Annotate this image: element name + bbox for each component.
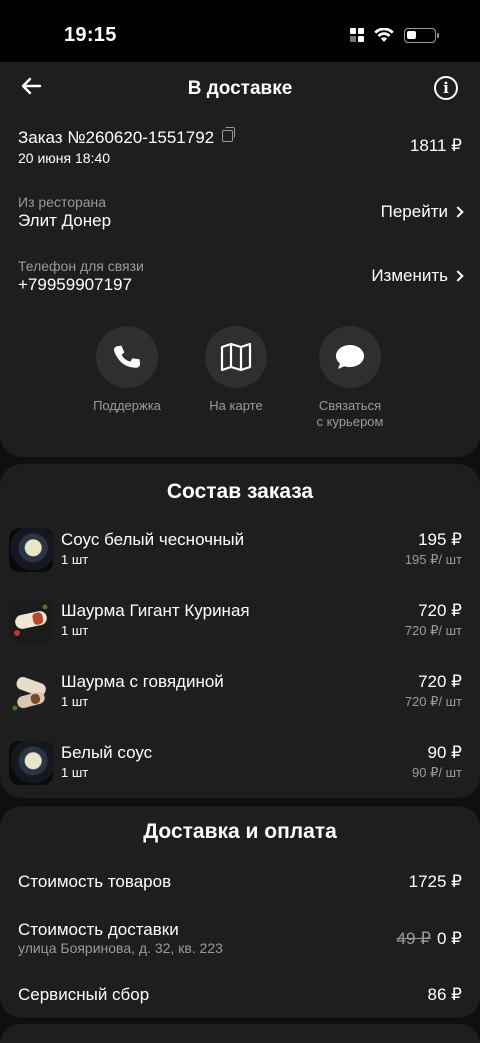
chevron-right-icon: [452, 206, 464, 218]
battery-level: [407, 30, 417, 39]
page-title: В доставке: [187, 78, 293, 99]
item-name: Белый соус: [61, 743, 153, 762]
item-unit-price: 90 ₽/ шт: [412, 765, 462, 780]
order-card: Заказ №260620-1551792 1811 ₽ 20 июня 18:…: [0, 100, 480, 457]
delivery-cost-row: Стоимость доставки 49 ₽0 ₽: [18, 920, 462, 948]
cellular-signal-icon: [350, 28, 364, 42]
item-name: Шаурма с говядиной: [61, 672, 224, 691]
copy-icon[interactable]: [222, 127, 236, 142]
status-bar: 19:15: [0, 0, 480, 62]
contact-courier-line2: с курьером: [316, 414, 384, 429]
delivery-section-title: Доставка и оплата: [143, 820, 337, 843]
map-circle: [205, 326, 267, 388]
map-button[interactable]: На карте: [176, 326, 296, 414]
change-phone-link[interactable]: Изменить: [371, 266, 464, 286]
shaurma-icon: [9, 599, 53, 643]
list-item[interactable]: Шаурма Гигант Куриная 1 шт 720 ₽ 720 ₽/ …: [0, 599, 480, 659]
list-item[interactable]: Шаурма с говядиной 1 шт 720 ₽ 720 ₽/ шт: [0, 670, 480, 730]
shaurma-icon: [9, 670, 53, 714]
order-number-row: Заказ №260620-1551792 1811 ₽: [18, 127, 462, 155]
status-time: 19:15: [64, 24, 117, 46]
item-name: Шаурма Гигант Куриная: [61, 601, 250, 620]
item-quantity: 1 шт: [61, 694, 89, 709]
support-button[interactable]: Поддержка: [67, 326, 187, 414]
chat-icon: [336, 345, 364, 369]
delivery-address: улица Бояринова, д. 32, кв. 223: [18, 940, 223, 956]
order-date: 20 июня 18:40: [18, 150, 111, 166]
map-icon: [220, 342, 252, 372]
total-card: [0, 1024, 480, 1043]
contact-courier-line1: Связаться: [318, 398, 382, 413]
item-image-shaurma: [9, 599, 53, 643]
goods-cost-row: Стоимость товаров 1725 ₽: [18, 872, 462, 892]
restaurant-link[interactable]: Перейти: [380, 202, 464, 222]
map-label: На карте: [209, 398, 263, 413]
support-label: Поддержка: [93, 398, 161, 413]
contact-courier-button[interactable]: Связаться с курьером: [290, 326, 410, 430]
change-phone-label: Изменить: [371, 266, 448, 285]
phone-icon: [113, 345, 141, 368]
info-icon[interactable]: i: [434, 76, 458, 100]
item-unit-price: 720 ₽/ шт: [404, 623, 462, 638]
item-image-sauce: [9, 741, 53, 785]
goods-cost-label: Стоимость товаров: [18, 872, 172, 891]
wifi-icon: [374, 27, 394, 42]
chevron-right-icon: [452, 270, 464, 282]
list-item[interactable]: Белый соус 1 шт 90 ₽ 90 ₽/ шт: [0, 741, 480, 801]
delivery-payment-card: Доставка и оплата Стоимость товаров 1725…: [0, 806, 480, 1018]
service-fee-row: Сервисный сбор 86 ₽: [18, 985, 462, 1005]
delivery-cost-label: Стоимость доставки: [18, 920, 179, 939]
item-quantity: 1 шт: [61, 552, 89, 567]
item-image-sauce: [9, 528, 53, 572]
item-price: 90 ₽: [427, 743, 462, 762]
goods-cost-value: 1725 ₽: [408, 872, 462, 891]
item-quantity: 1 шт: [61, 765, 89, 780]
order-number: Заказ №260620-1551792: [18, 128, 215, 147]
item-image-shaurma: [9, 670, 53, 714]
item-price: 195 ₽: [418, 530, 462, 549]
item-price: 720 ₽: [418, 672, 462, 691]
service-fee-value: 86 ₽: [427, 985, 462, 1004]
list-item[interactable]: Соус белый чесночный 1 шт 195 ₽ 195 ₽/ ш…: [0, 528, 480, 588]
restaurant-link-label: Перейти: [380, 202, 448, 221]
support-circle: [96, 326, 158, 388]
items-section-title: Состав заказа: [166, 480, 314, 503]
item-price: 720 ₽: [418, 601, 462, 620]
item-unit-price: 195 ₽/ шт: [404, 552, 462, 567]
order-items-card: Состав заказа Соус белый чесночный 1 шт …: [0, 464, 480, 798]
status-icons: [350, 26, 439, 44]
item-unit-price: 720 ₽/ шт: [404, 694, 462, 709]
contact-courier-label: Связаться с курьером: [290, 398, 410, 430]
item-quantity: 1 шт: [61, 623, 89, 638]
contact-courier-circle: [319, 326, 381, 388]
service-fee-label: Сервисный сбор: [18, 985, 150, 1004]
battery-icon: [404, 27, 439, 43]
item-name: Соус белый чесночный: [61, 530, 245, 549]
